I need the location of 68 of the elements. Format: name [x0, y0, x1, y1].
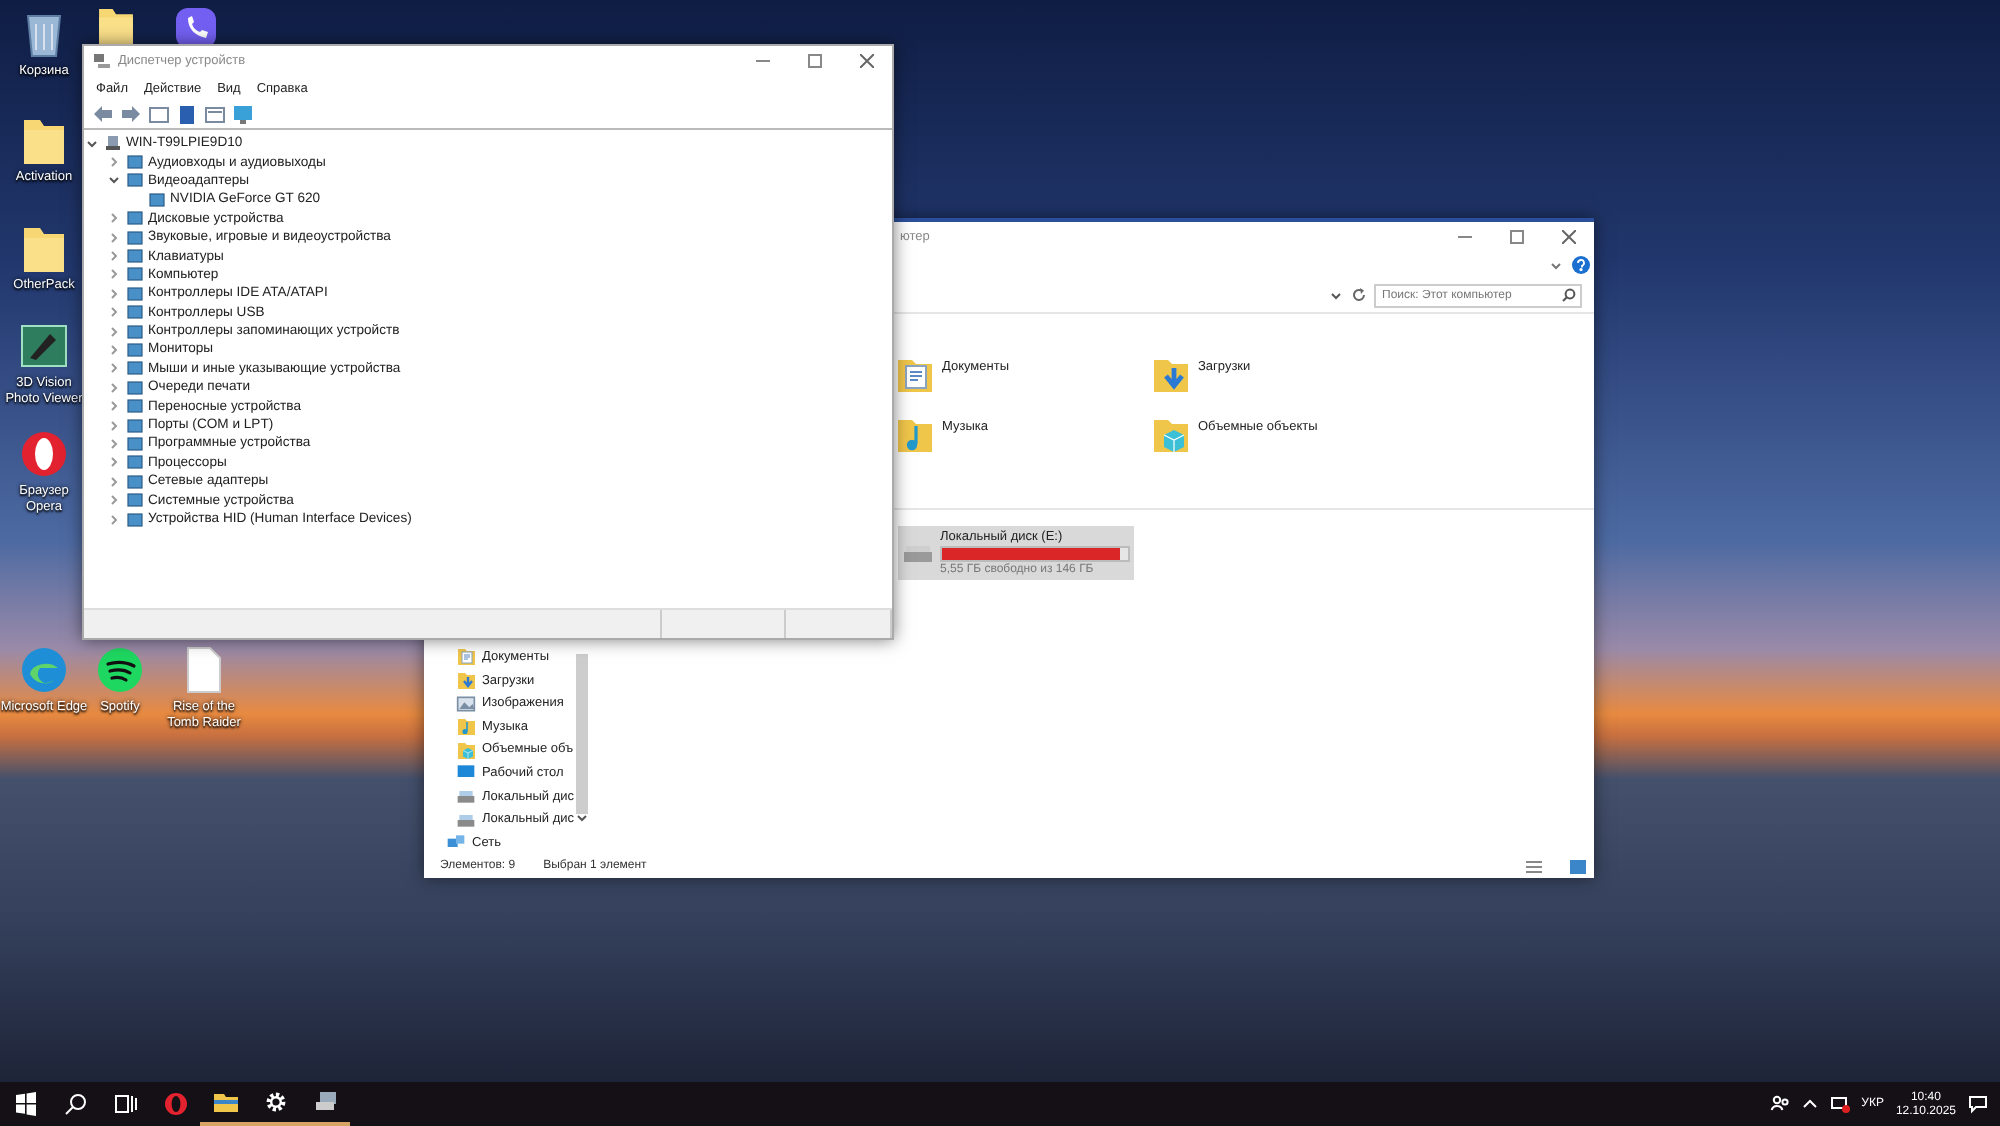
expand-chevron-icon[interactable]	[106, 248, 122, 265]
documents-folder-icon	[894, 354, 934, 394]
maximize-icon[interactable]	[807, 54, 821, 68]
photo-viewer-icon[interactable]	[18, 320, 70, 372]
expand-chevron-icon[interactable]	[106, 229, 122, 246]
folder-icon[interactable]	[18, 114, 70, 166]
network-icon[interactable]	[1829, 1094, 1850, 1114]
tiles-view-icon[interactable]	[1570, 859, 1586, 873]
expand-chevron-icon[interactable]	[106, 323, 122, 340]
search-icon	[1562, 287, 1576, 301]
refresh-icon[interactable]	[1350, 286, 1368, 304]
expand-chevron-icon[interactable]	[106, 285, 122, 302]
documents-folder-icon	[456, 646, 476, 667]
close-icon[interactable]	[859, 54, 873, 68]
caret-icon[interactable]	[1328, 287, 1344, 303]
close-icon[interactable]	[1561, 230, 1575, 244]
computer-icon	[104, 134, 122, 153]
computer-tree-icon	[92, 52, 110, 70]
scrollbar-thumb[interactable]	[576, 654, 588, 814]
folder-icon[interactable]	[213, 1090, 237, 1114]
expand-chevron-icon[interactable]	[106, 492, 122, 509]
expand-chevron-icon[interactable]	[106, 454, 122, 471]
people-icon[interactable]	[1769, 1094, 1790, 1114]
pictures-icon	[456, 693, 476, 714]
minimize-icon[interactable]	[1457, 236, 1471, 238]
minimize-icon[interactable]	[755, 60, 769, 62]
expand-chevron-icon[interactable]	[106, 398, 122, 415]
collapse-chevron-icon[interactable]	[84, 135, 100, 152]
expand-chevron-icon[interactable]	[106, 435, 122, 452]
back-arrow-icon[interactable]	[92, 103, 114, 125]
details-view-icon[interactable]	[1526, 859, 1542, 873]
expand-chevron-icon[interactable]	[106, 379, 122, 396]
expand-chevron-icon[interactable]	[106, 417, 122, 434]
opera-icon[interactable]	[163, 1092, 187, 1116]
desktop-icon	[456, 762, 476, 783]
expand-chevron-icon[interactable]	[106, 304, 122, 321]
folder-icon	[94, 4, 138, 48]
music-folder-icon	[456, 716, 476, 737]
downloads-folder-icon	[1150, 354, 1190, 394]
windows-logo-icon[interactable]	[13, 1092, 37, 1116]
downloads-folder-icon	[456, 670, 476, 691]
task-view-icon[interactable]	[113, 1092, 137, 1116]
expand-chevron-icon[interactable]	[106, 341, 122, 358]
opera-icon[interactable]	[18, 428, 70, 480]
expand-chevron-icon[interactable]	[106, 473, 122, 490]
spotify-icon[interactable]	[94, 644, 146, 696]
cube-folder-icon	[456, 739, 476, 760]
monitor-icon[interactable]	[232, 103, 254, 125]
cube-folder-icon	[1150, 414, 1190, 454]
network-icon	[446, 832, 466, 853]
caret-icon[interactable]	[1801, 1096, 1818, 1112]
forward-arrow-icon[interactable]	[120, 103, 142, 125]
search-icon[interactable]	[63, 1092, 87, 1116]
drive-icon	[456, 809, 476, 830]
computer-icon[interactable]	[313, 1090, 337, 1114]
caret-icon[interactable]	[574, 814, 590, 826]
folder-icon[interactable]	[18, 222, 70, 274]
drive-icon	[456, 786, 476, 807]
notifications-icon[interactable]	[1968, 1094, 1988, 1114]
list-view-icon[interactable]	[204, 103, 226, 125]
collapse-chevron-icon[interactable]	[106, 172, 122, 189]
expand-chevron-icon[interactable]	[106, 210, 122, 227]
expand-chevron-icon[interactable]	[106, 511, 122, 527]
music-folder-icon	[894, 414, 934, 454]
settings-icon[interactable]	[263, 1090, 287, 1114]
expand-chevron-icon[interactable]	[106, 360, 122, 377]
expand-chevron-icon[interactable]	[106, 266, 122, 283]
maximize-icon[interactable]	[1509, 230, 1523, 244]
